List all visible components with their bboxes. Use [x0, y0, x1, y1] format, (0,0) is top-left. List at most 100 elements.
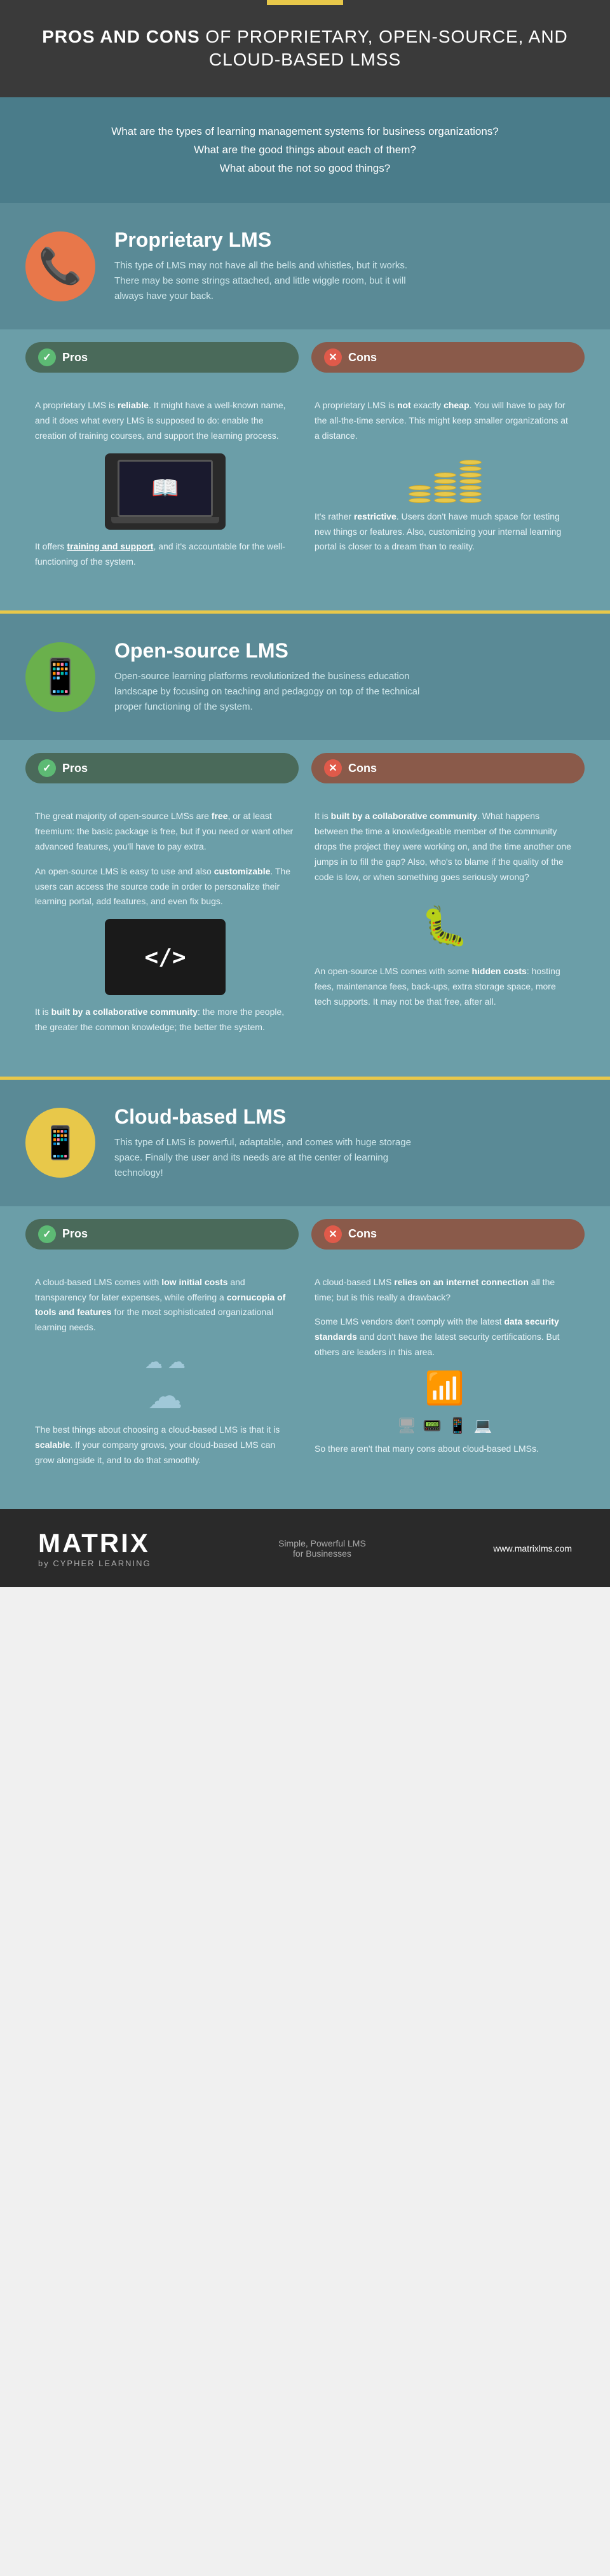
- coin: [434, 492, 456, 497]
- opensource-content: The great majority of open-source LMSs a…: [0, 796, 610, 1076]
- mobile-cloud-icon: 📱: [41, 1124, 80, 1162]
- proprietary-header: 📞 Proprietary LMS This type of LMS may n…: [0, 203, 610, 329]
- proprietary-pro-2: It offers training and support, and it's…: [35, 539, 295, 570]
- header-section: PROS AND CONS OF PROPRIETARY, OPEN-SOURC…: [0, 0, 610, 97]
- cloud-pros-col: A cloud-based LMS comes with low initial…: [25, 1262, 305, 1491]
- cloud-header: 📱 Cloud-based LMS This type of LMS is po…: [0, 1080, 610, 1206]
- cons-label-3: Cons: [348, 1227, 377, 1241]
- opensource-pros-cons: ✓ Pros ✕ Cons The great majority of open…: [0, 740, 610, 1076]
- cloud-cons-col: A cloud-based LMS relies on an internet …: [305, 1262, 585, 1491]
- coins-image: [315, 453, 575, 509]
- coin: [459, 460, 482, 465]
- intro-text: What are the types of learning managemen…: [51, 123, 559, 178]
- coin-stack-1: [409, 485, 431, 503]
- coin: [459, 492, 482, 497]
- cloud-title: Cloud-based LMS: [114, 1105, 432, 1129]
- pros-label-3: Pros: [62, 1227, 88, 1241]
- proprietary-pros-col: A proprietary LMS is reliable. It might …: [25, 385, 305, 591]
- cloud-con-1: A cloud-based LMS relies on an internet …: [315, 1275, 575, 1305]
- coin: [409, 498, 431, 503]
- cloud-headers-row: ✓ Pros ✕ Cons: [0, 1206, 610, 1262]
- footer-tagline-line2: for Businesses: [278, 1548, 366, 1559]
- cloud-content: A cloud-based LMS comes with low initial…: [0, 1262, 610, 1510]
- laptop-icon: 💻: [473, 1417, 492, 1435]
- coin-stack-3: [459, 460, 482, 503]
- opensource-pro-2: An open-source LMS is easy to use and al…: [35, 864, 295, 909]
- phone-icon: 📱: [448, 1417, 467, 1435]
- opensource-icon: 📱: [25, 642, 95, 712]
- cloud-row-big: ☁: [148, 1375, 183, 1416]
- cypher-subtext: by CYPHER LEARNING: [38, 1559, 151, 1568]
- wifi-image-area: 📶 🖥 📟 📱 💻: [315, 1370, 575, 1435]
- proprietary-con-2: It's rather restrictive. Users don't hav…: [315, 509, 575, 554]
- opensource-cons-col: It is built by a collaborative community…: [305, 796, 585, 1057]
- footer-tagline: Simple, Powerful LMS for Businesses: [278, 1538, 366, 1559]
- coin: [459, 479, 482, 484]
- opensource-headers-row: ✓ Pros ✕ Cons: [0, 740, 610, 796]
- scalable-cloud-image: ☁ ☁ ☁: [35, 1345, 295, 1422]
- mini-cloud-2: ☁: [168, 1351, 186, 1372]
- proprietary-description: This type of LMS may not have all the be…: [114, 258, 432, 304]
- proprietary-pros-cons: ✓ Pros ✕ Cons A proprietary LMS is relia…: [0, 329, 610, 610]
- x-icon: ✕: [324, 348, 342, 366]
- opensource-cons-header: ✕ Cons: [311, 753, 585, 783]
- proprietary-pros-header: ✓ Pros: [25, 342, 299, 373]
- x-icon-2: ✕: [324, 759, 342, 777]
- code-image: </>: [105, 919, 226, 995]
- coin: [434, 479, 456, 484]
- proprietary-cons-col: A proprietary LMS is not exactly cheap. …: [305, 385, 585, 591]
- bug-image: 🐛: [407, 894, 483, 958]
- intro-section: What are the types of learning managemen…: [0, 97, 610, 203]
- opensource-pro-3: It is built by a collaborative community…: [35, 1005, 295, 1035]
- footer: MATRIX by CYPHER LEARNING Simple, Powerf…: [0, 1509, 610, 1587]
- cloud-description: This type of LMS is powerful, adaptable,…: [114, 1135, 432, 1181]
- big-cloud: ☁: [148, 1375, 183, 1416]
- header-accent-bar: [267, 0, 343, 5]
- x-icon-3: ✕: [324, 1225, 342, 1243]
- cloud-con-2: Some LMS vendors don't comply with the l…: [315, 1314, 575, 1360]
- footer-tagline-line1: Simple, Powerful LMS: [278, 1538, 366, 1548]
- cloud-pro-1: A cloud-based LMS comes with low initial…: [35, 1275, 295, 1335]
- opensource-header: 📱 Open-source LMS Open-source learning p…: [0, 614, 610, 740]
- matrix-logo-text: MATRIX: [38, 1528, 151, 1559]
- cloud-cons-header: ✕ Cons: [311, 1219, 585, 1250]
- wifi-icon: 📶: [425, 1370, 464, 1407]
- cloud-title-block: Cloud-based LMS This type of LMS is powe…: [114, 1105, 432, 1181]
- proprietary-icon: 📞: [25, 231, 95, 301]
- check-icon: ✓: [38, 348, 56, 366]
- laptop-base: [111, 517, 219, 523]
- mini-cloud-1: ☁: [145, 1351, 163, 1372]
- coin: [434, 485, 456, 490]
- footer-url: www.matrixlms.com: [493, 1543, 572, 1553]
- check-icon-3: ✓: [38, 1225, 56, 1243]
- coin: [459, 485, 482, 490]
- proprietary-title: Proprietary LMS: [114, 228, 432, 252]
- cons-label-2: Cons: [348, 762, 377, 775]
- cloud-pros-cons: ✓ Pros ✕ Cons A cloud-based LMS comes wi…: [0, 1206, 610, 1510]
- opensource-title: Open-source LMS: [114, 639, 432, 663]
- opensource-con-1: It is built by a collaborative community…: [315, 809, 575, 885]
- proprietary-headers-row: ✓ Pros ✕ Cons: [0, 329, 610, 385]
- check-icon-2: ✓: [38, 759, 56, 777]
- coin-stacks: [409, 460, 482, 503]
- cons-label: Cons: [348, 351, 377, 364]
- proprietary-pro-1: A proprietary LMS is reliable. It might …: [35, 398, 295, 443]
- proprietary-title-block: Proprietary LMS This type of LMS may not…: [114, 228, 432, 304]
- opensource-title-block: Open-source LMS Open-source learning pla…: [114, 639, 432, 715]
- proprietary-cons-header: ✕ Cons: [311, 342, 585, 373]
- opensource-description: Open-source learning platforms revolutio…: [114, 669, 432, 715]
- pros-label: Pros: [62, 351, 88, 364]
- opensource-pros-header: ✓ Pros: [25, 753, 299, 783]
- coin: [409, 492, 431, 497]
- pros-label-2: Pros: [62, 762, 88, 775]
- coin: [434, 472, 456, 478]
- coin: [459, 466, 482, 471]
- opensource-pro-1: The great majority of open-source LMSs a…: [35, 809, 295, 854]
- proprietary-con-1: A proprietary LMS is not exactly cheap. …: [315, 398, 575, 443]
- calculator-icon: 📱: [39, 656, 82, 698]
- cloud-pros-header: ✓ Pros: [25, 1219, 299, 1250]
- cloud-pro-2: The best things about choosing a cloud-b…: [35, 1422, 295, 1468]
- device-icons-row: 🖥 📟 📱 💻: [397, 1417, 492, 1435]
- opensource-pros-col: The great majority of open-source LMSs a…: [25, 796, 305, 1057]
- telephone-icon: 📞: [39, 245, 82, 287]
